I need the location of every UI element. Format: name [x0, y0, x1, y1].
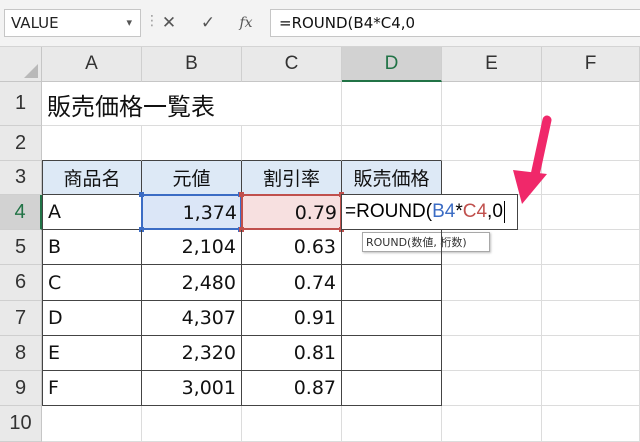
row-header-4[interactable]: 4	[0, 195, 42, 230]
formula-text: =ROUND(B4*C4,0	[279, 14, 416, 32]
formula-input[interactable]: =ROUND(B4*C4,0	[270, 9, 640, 37]
column-header-b[interactable]: B	[142, 47, 242, 82]
cell-d10[interactable]	[342, 406, 442, 442]
cell-e9[interactable]	[442, 371, 542, 406]
active-cell-formula-editor[interactable]: =ROUND(B4 * C4,0	[341, 194, 518, 230]
name-box[interactable]: VALUE ▾	[4, 9, 141, 37]
formula-operator: *	[455, 201, 463, 222]
cell-d1[interactable]	[342, 82, 442, 126]
cell-product-d[interactable]: D	[42, 301, 142, 336]
pointer-arrow-icon	[513, 115, 552, 204]
cell-original-price-b[interactable]: 2,104	[142, 230, 242, 265]
row-header-5[interactable]: 5	[0, 230, 42, 265]
sheet-title[interactable]: 販売価格一覧表	[42, 82, 342, 126]
cell-f5[interactable]	[542, 230, 640, 265]
resize-handle-icon[interactable]	[239, 192, 244, 197]
cell-sale-price-b[interactable]	[342, 230, 442, 265]
cell-e6[interactable]	[442, 265, 542, 301]
function-icon: fx	[239, 15, 253, 31]
row-header-1[interactable]: 1	[0, 82, 42, 126]
table-header-sale-price[interactable]: 販売価格	[342, 161, 442, 195]
row-header-8[interactable]: 8	[0, 336, 42, 371]
formula-toolbar: VALUE ▾ ⋮ ✕ ✓ fx =ROUND(B4*C4,0	[0, 0, 640, 47]
cell-discount-rate-f[interactable]: 0.87	[242, 371, 342, 406]
cell-sale-price-d[interactable]	[342, 301, 442, 336]
cell-discount-rate-c[interactable]: 0.74	[242, 265, 342, 301]
name-box-value: VALUE	[11, 14, 59, 32]
chevron-down-icon[interactable]: ▾	[126, 16, 132, 29]
cell-discount-rate-e[interactable]: 0.81	[242, 336, 342, 371]
cell-product-c[interactable]: C	[42, 265, 142, 301]
enter-button[interactable]: ✓	[196, 9, 220, 37]
column-header-c[interactable]: C	[242, 47, 342, 82]
cell-original-price-d[interactable]: 4,307	[142, 301, 242, 336]
cell-c10[interactable]	[242, 406, 342, 442]
column-header-f[interactable]: F	[542, 47, 640, 82]
cell-original-price-f[interactable]: 3,001	[142, 371, 242, 406]
close-icon: ✕	[161, 13, 177, 33]
cell-product-a[interactable]: A	[42, 195, 142, 230]
cell-sale-price-c[interactable]	[342, 265, 442, 301]
column-header-a[interactable]: A	[42, 47, 142, 82]
row-header-3[interactable]: 3	[0, 161, 42, 195]
cell-b10[interactable]	[142, 406, 242, 442]
cell-discount-rate-b[interactable]: 0.63	[242, 230, 342, 265]
cancel-button[interactable]: ✕	[157, 9, 181, 37]
resize-handle-icon[interactable]	[139, 192, 144, 197]
cell-f8[interactable]	[542, 336, 640, 371]
row-header-9[interactable]: 9	[0, 371, 42, 406]
cell-discount-rate-d[interactable]: 0.91	[242, 301, 342, 336]
cell-b2[interactable]	[142, 126, 242, 161]
cell-product-e[interactable]: E	[42, 336, 142, 371]
cell-e7[interactable]	[442, 301, 542, 336]
cell-c2[interactable]	[242, 126, 342, 161]
cell-a2[interactable]	[42, 126, 142, 161]
check-icon: ✓	[200, 13, 216, 33]
cell-e10[interactable]	[442, 406, 542, 442]
table-header-product[interactable]: 商品名	[42, 161, 142, 195]
column-header-d[interactable]: D	[342, 47, 442, 82]
cell-f9[interactable]	[542, 371, 640, 406]
table-header-original-price[interactable]: 元値	[142, 161, 242, 195]
cell-original-price-c[interactable]: 2,480	[142, 265, 242, 301]
row-header-2[interactable]: 2	[0, 126, 42, 161]
formula-ref-b4: B4	[432, 201, 456, 222]
insert-function-button[interactable]: fx	[234, 9, 258, 37]
table-header-discount-rate[interactable]: 割引率	[242, 161, 342, 195]
cell-f7[interactable]	[542, 301, 640, 336]
cell-sale-price-f[interactable]	[342, 371, 442, 406]
cell-product-b[interactable]: B	[42, 230, 142, 265]
column-header-e[interactable]: E	[442, 47, 542, 82]
cell-d2[interactable]	[342, 126, 442, 161]
cell-discount-rate-a[interactable]: 0.79	[242, 195, 342, 230]
select-all-button[interactable]	[0, 47, 42, 82]
cell-product-f[interactable]: F	[42, 371, 142, 406]
cell-f6[interactable]	[542, 265, 640, 301]
cell-original-price-a[interactable]: 1,374	[142, 195, 242, 230]
cell-a10[interactable]	[42, 406, 142, 442]
formula-ref-c4: C4	[462, 201, 488, 222]
cell-e5[interactable]	[442, 230, 542, 265]
row-header-7[interactable]: 7	[0, 301, 42, 336]
cell-sale-price-e[interactable]	[342, 336, 442, 371]
cell-original-price-e[interactable]: 2,320	[142, 336, 242, 371]
row-header-10[interactable]: 10	[0, 406, 42, 442]
formula-prefix: =ROUND(	[345, 201, 433, 222]
select-all-icon	[24, 64, 38, 78]
cell-e8[interactable]	[442, 336, 542, 371]
row-header-6[interactable]: 6	[0, 265, 42, 301]
cell-f10[interactable]	[542, 406, 640, 442]
